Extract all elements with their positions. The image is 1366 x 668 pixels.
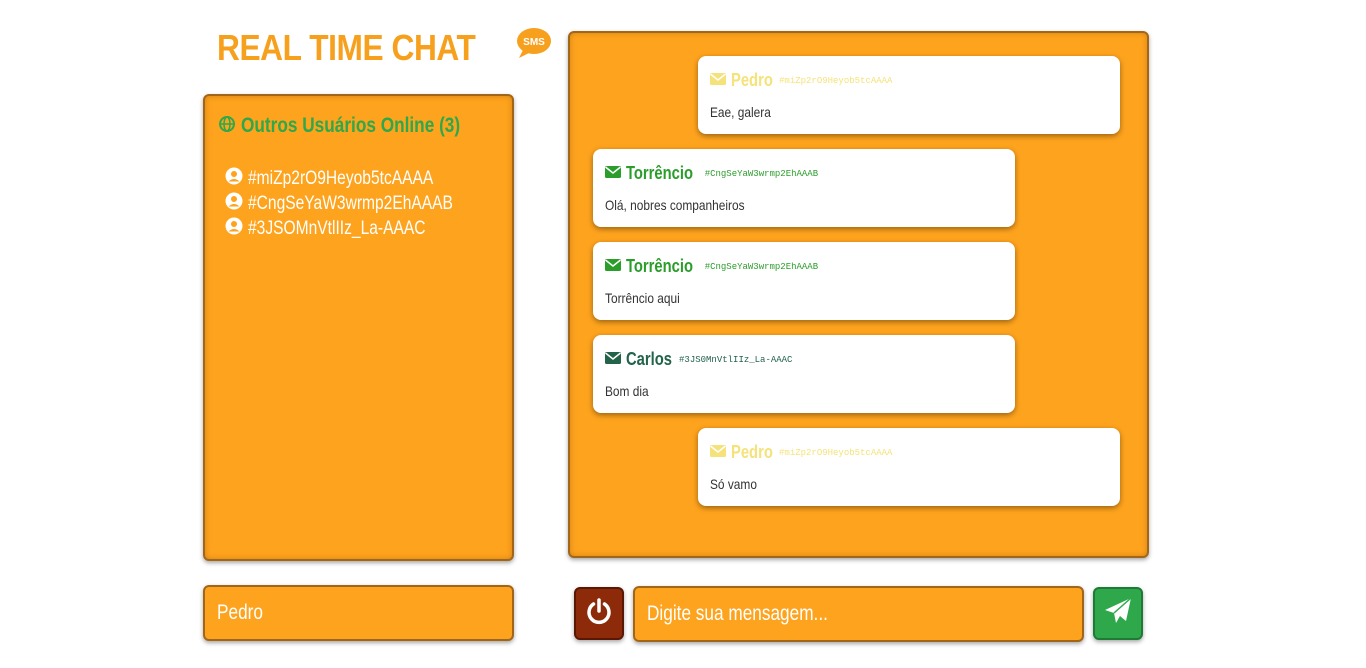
paper-plane-icon xyxy=(1103,596,1133,631)
send-button[interactable] xyxy=(1093,587,1143,640)
username-value: Pedro xyxy=(217,601,263,624)
message-author-id: #3JS0MnVtlIIz_La-AAAC xyxy=(679,354,793,365)
envelope-icon xyxy=(605,258,621,276)
message-text: Só vamo xyxy=(710,476,757,492)
message-input[interactable]: Digite sua mensagem... xyxy=(633,586,1084,642)
chat-messages-panel[interactable]: Pedro #miZp2rO9Heyob5tcAAAA Eae, galera … xyxy=(568,31,1149,558)
message-author: Pedro xyxy=(731,70,773,90)
message-author-id: #CngSeYaW3wrmp2EhAAAB xyxy=(704,168,819,179)
app-title: REAL TIME CHAT xyxy=(217,27,476,68)
envelope-icon xyxy=(710,72,726,90)
user-circle-icon xyxy=(225,192,243,216)
envelope-icon xyxy=(605,165,621,183)
envelope-icon xyxy=(710,444,726,462)
message-bubble: Carlos #3JS0MnVtlIIz_La-AAAC Bom dia xyxy=(593,335,1015,413)
message-bubble: Pedro #miZp2rO9Heyob5tcAAAA Eae, galera xyxy=(698,56,1120,134)
message-author: Carlos xyxy=(626,349,672,369)
username-input[interactable]: Pedro xyxy=(203,585,514,641)
user-list-item[interactable]: #3JSOMnVtlIIz_La-AAAC xyxy=(225,216,498,241)
online-users-heading-text: Outros Usuários Online (3) xyxy=(241,114,461,137)
message-author-id: #miZp2rO9Heyob5tcAAAA xyxy=(779,75,893,86)
message-author-id: #miZp2rO9Heyob5tcAAAA xyxy=(779,447,893,458)
message-header: Pedro #miZp2rO9Heyob5tcAAAA xyxy=(710,70,892,91)
disconnect-button[interactable] xyxy=(574,587,624,640)
message-header: Torrêncio #CngSeYaW3wrmp2EhAAAB xyxy=(605,256,818,277)
message-input-placeholder: Digite sua mensagem... xyxy=(647,602,828,625)
online-users-heading: Outros Usuários Online (3) xyxy=(219,114,508,138)
user-id: #miZp2rO9Heyob5tcAAAA xyxy=(248,167,434,189)
message-author: Torrêncio xyxy=(626,256,693,276)
message-bubble: Torrêncio #CngSeYaW3wrmp2EhAAAB Olá, nob… xyxy=(593,149,1015,227)
app-header: REAL TIME CHAT SMS xyxy=(217,24,553,72)
globe-icon xyxy=(219,114,235,138)
user-list-item[interactable]: #miZp2rO9Heyob5tcAAAA xyxy=(225,166,498,191)
sms-bubble-icon: SMS xyxy=(515,26,553,60)
message-header: Carlos #3JS0MnVtlIIz_La-AAAC xyxy=(605,349,792,370)
power-icon xyxy=(584,596,614,631)
svg-text:SMS: SMS xyxy=(523,37,545,48)
message-text: Eae, galera xyxy=(710,104,771,120)
message-bubble: Pedro #miZp2rO9Heyob5tcAAAA Só vamo xyxy=(698,428,1120,506)
envelope-icon xyxy=(605,351,621,369)
message-header: Torrêncio #CngSeYaW3wrmp2EhAAAB xyxy=(605,163,818,184)
message-author-id: #CngSeYaW3wrmp2EhAAAB xyxy=(704,261,819,272)
user-circle-icon xyxy=(225,217,243,241)
message-bubble: Torrêncio #CngSeYaW3wrmp2EhAAAB Torrênci… xyxy=(593,242,1015,320)
message-header: Pedro #miZp2rO9Heyob5tcAAAA xyxy=(710,442,892,463)
message-text: Bom dia xyxy=(605,383,649,399)
message-text: Olá, nobres companheiros xyxy=(605,197,745,213)
message-author: Pedro xyxy=(731,442,773,462)
message-text: Torrêncio aqui xyxy=(605,290,680,306)
user-circle-icon xyxy=(225,167,243,191)
online-users-list: #miZp2rO9Heyob5tcAAAA #CngSeYaW3wrmp2EhA… xyxy=(225,166,498,241)
online-users-panel: Outros Usuários Online (3) #miZp2rO9Heyo… xyxy=(203,94,514,561)
user-id: #CngSeYaW3wrmp2EhAAAB xyxy=(248,192,453,214)
user-id: #3JSOMnVtlIIz_La-AAAC xyxy=(248,217,426,239)
message-author: Torrêncio xyxy=(626,163,693,183)
user-list-item[interactable]: #CngSeYaW3wrmp2EhAAAB xyxy=(225,191,498,216)
